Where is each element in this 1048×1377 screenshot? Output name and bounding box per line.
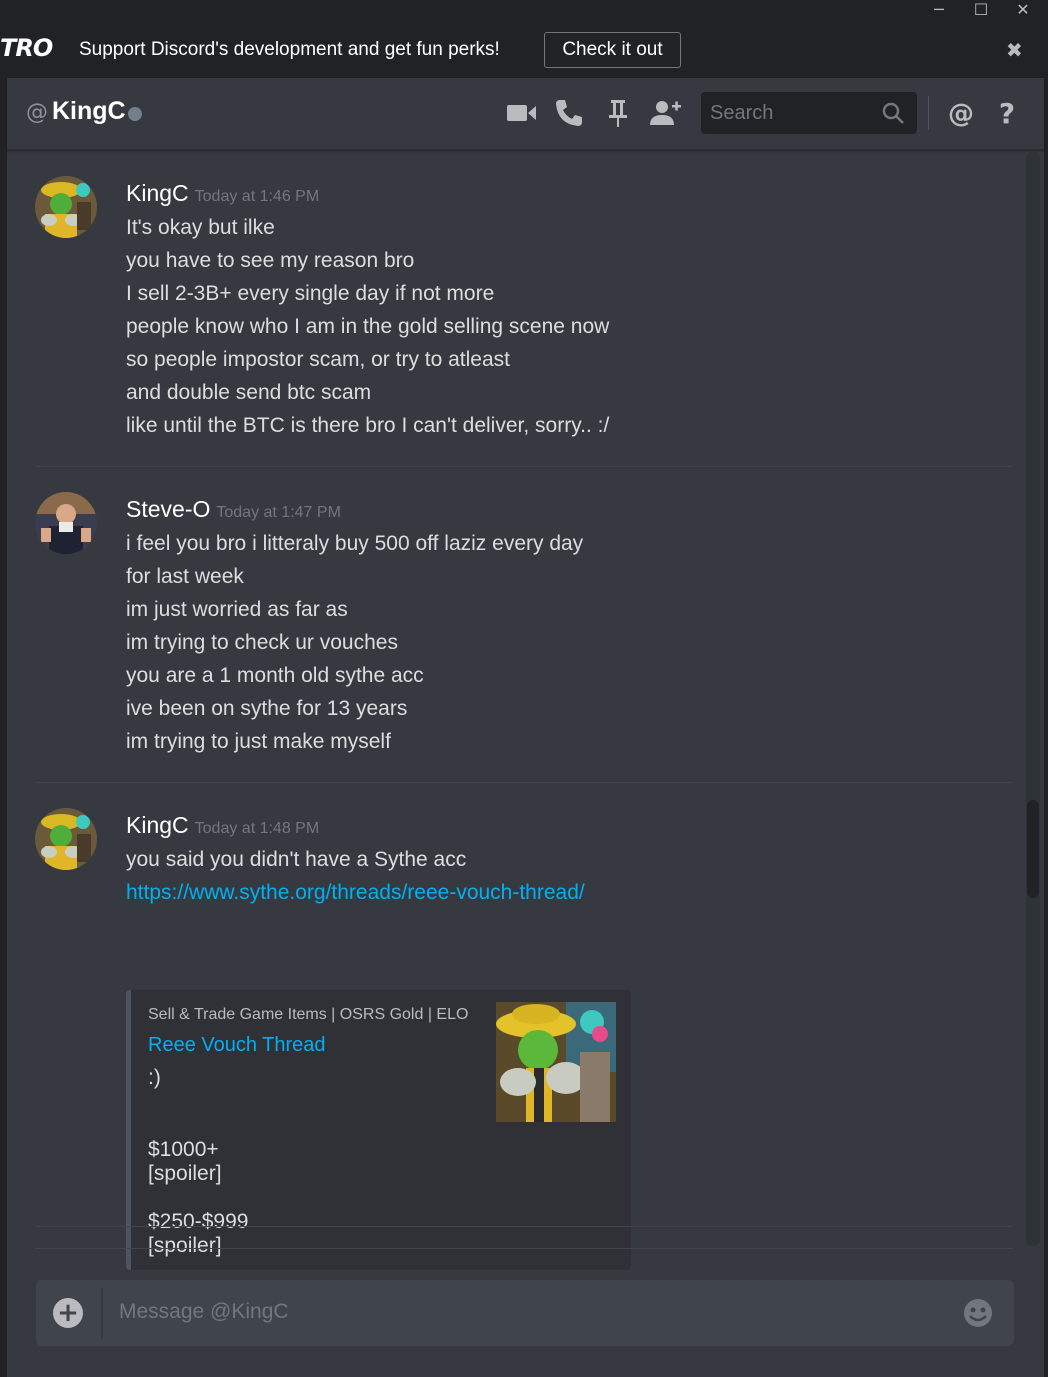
message-header: KingC Today at 1:48 PM <box>126 812 319 839</box>
close-window-icon[interactable]: ✕ <box>1003 0 1043 26</box>
search-input[interactable]: Search <box>701 92 917 134</box>
message-text: i feel you bro i litteraly buy 500 off l… <box>126 532 584 555</box>
message-header: Steve-O Today at 1:47 PM <box>126 496 341 523</box>
embed-body-line: [spoiler] <box>148 1234 222 1257</box>
timestamp: Today at 1:48 PM <box>194 820 320 837</box>
svg-text:?: ? <box>999 97 1015 130</box>
message-text: ive been on sythe for 13 years <box>126 697 408 720</box>
embed-body-line: $1000+ <box>148 1138 219 1161</box>
maximize-icon[interactable]: ☐ <box>961 0 1001 26</box>
window-edge <box>1044 78 1048 1377</box>
nitro-banner: TRO Support Discord's development and ge… <box>0 24 1048 78</box>
message-link[interactable]: https://www.sythe.org/threads/reee-vouch… <box>126 881 585 905</box>
nitro-logo: TRO <box>0 34 53 62</box>
message-text: I sell 2-3B+ every single day if not mor… <box>126 282 495 305</box>
channel-header: @ KingC Search @ ? <box>7 78 1044 150</box>
window-titlebar: ─ ☐ ✕ <box>0 0 1048 26</box>
scrollbar-track[interactable] <box>1026 152 1040 1246</box>
message-text: and double send btc scam <box>126 381 372 404</box>
channel-name: KingC <box>52 97 126 125</box>
message-text: for last week <box>126 565 244 588</box>
message-divider <box>35 782 1013 783</box>
svg-text:@: @ <box>948 99 974 129</box>
embed-body-line: [spoiler] <box>148 1162 222 1185</box>
message-text: like until the BTC is there bro I can't … <box>126 414 610 437</box>
embed-title[interactable]: Reee Vouch Thread <box>148 1034 326 1057</box>
header-divider <box>928 96 929 130</box>
message-text: im trying to just make myself <box>126 730 391 753</box>
message-input[interactable]: + Message @KingC <box>36 1280 1014 1346</box>
avatar[interactable] <box>35 176 97 238</box>
message-text: you have to see my reason bro <box>126 249 415 272</box>
embed-provider[interactable]: Sell & Trade Game Items | OSRS Gold | EL… <box>148 1006 468 1024</box>
message-placeholder: Message @KingC <box>119 1300 289 1323</box>
add-friend-icon[interactable] <box>648 96 682 130</box>
message-text: im just worried as far as <box>126 598 348 621</box>
input-divider <box>101 1288 103 1338</box>
message-divider <box>35 1226 1013 1227</box>
scrollbar-thumb[interactable] <box>1027 800 1039 898</box>
message-divider <box>35 1248 1013 1249</box>
link-embed: Sell & Trade Game Items | OSRS Gold | EL… <box>126 990 631 1270</box>
username[interactable]: KingC <box>126 180 189 206</box>
message-text: people know who I am in the gold selling… <box>126 315 610 338</box>
status-offline-icon <box>128 107 142 121</box>
check-it-out-button[interactable]: Check it out <box>544 32 681 68</box>
timestamp: Today at 1:47 PM <box>216 504 341 521</box>
message-header: KingC Today at 1:46 PM <box>126 180 319 207</box>
message-text: It's okay but ilke <box>126 216 275 239</box>
pin-icon[interactable] <box>601 96 635 130</box>
search-placeholder: Search <box>710 102 774 124</box>
message-divider <box>35 466 1013 467</box>
message-text: im trying to check ur vouches <box>126 631 398 654</box>
embed-body-line: $250-$999 <box>148 1210 249 1233</box>
help-icon[interactable]: ? <box>990 96 1024 130</box>
timestamp: Today at 1:46 PM <box>194 188 320 205</box>
chat-panel: @ KingC Search @ ? KingC Today at 1:46 P… <box>7 78 1044 1377</box>
embed-thumbnail[interactable] <box>496 1002 616 1122</box>
banner-text: Support Discord's development and get fu… <box>79 39 500 60</box>
emoji-icon[interactable] <box>962 1297 994 1329</box>
avatar[interactable] <box>35 808 97 870</box>
phone-icon[interactable] <box>552 96 586 130</box>
mention-icon[interactable]: @ <box>944 96 978 130</box>
username[interactable]: KingC <box>126 812 189 838</box>
banner-close-icon[interactable]: ✖ <box>1006 38 1023 62</box>
message-text: you are a 1 month old sythe acc <box>126 664 424 687</box>
video-icon[interactable] <box>505 96 539 130</box>
at-icon: @ <box>26 100 48 125</box>
message-text: so people impostor scam, or try to atlea… <box>126 348 510 371</box>
attach-plus-icon[interactable]: + <box>53 1298 83 1328</box>
avatar[interactable] <box>35 492 97 554</box>
embed-description: :) <box>148 1066 161 1089</box>
search-icon <box>882 102 904 124</box>
message-text: you said you didn't have a Sythe acc <box>126 848 467 871</box>
username[interactable]: Steve-O <box>126 496 210 522</box>
message-list: KingC Today at 1:46 PM It's okay but ilke… <box>7 152 1027 1272</box>
minimize-icon[interactable]: ─ <box>919 0 959 26</box>
